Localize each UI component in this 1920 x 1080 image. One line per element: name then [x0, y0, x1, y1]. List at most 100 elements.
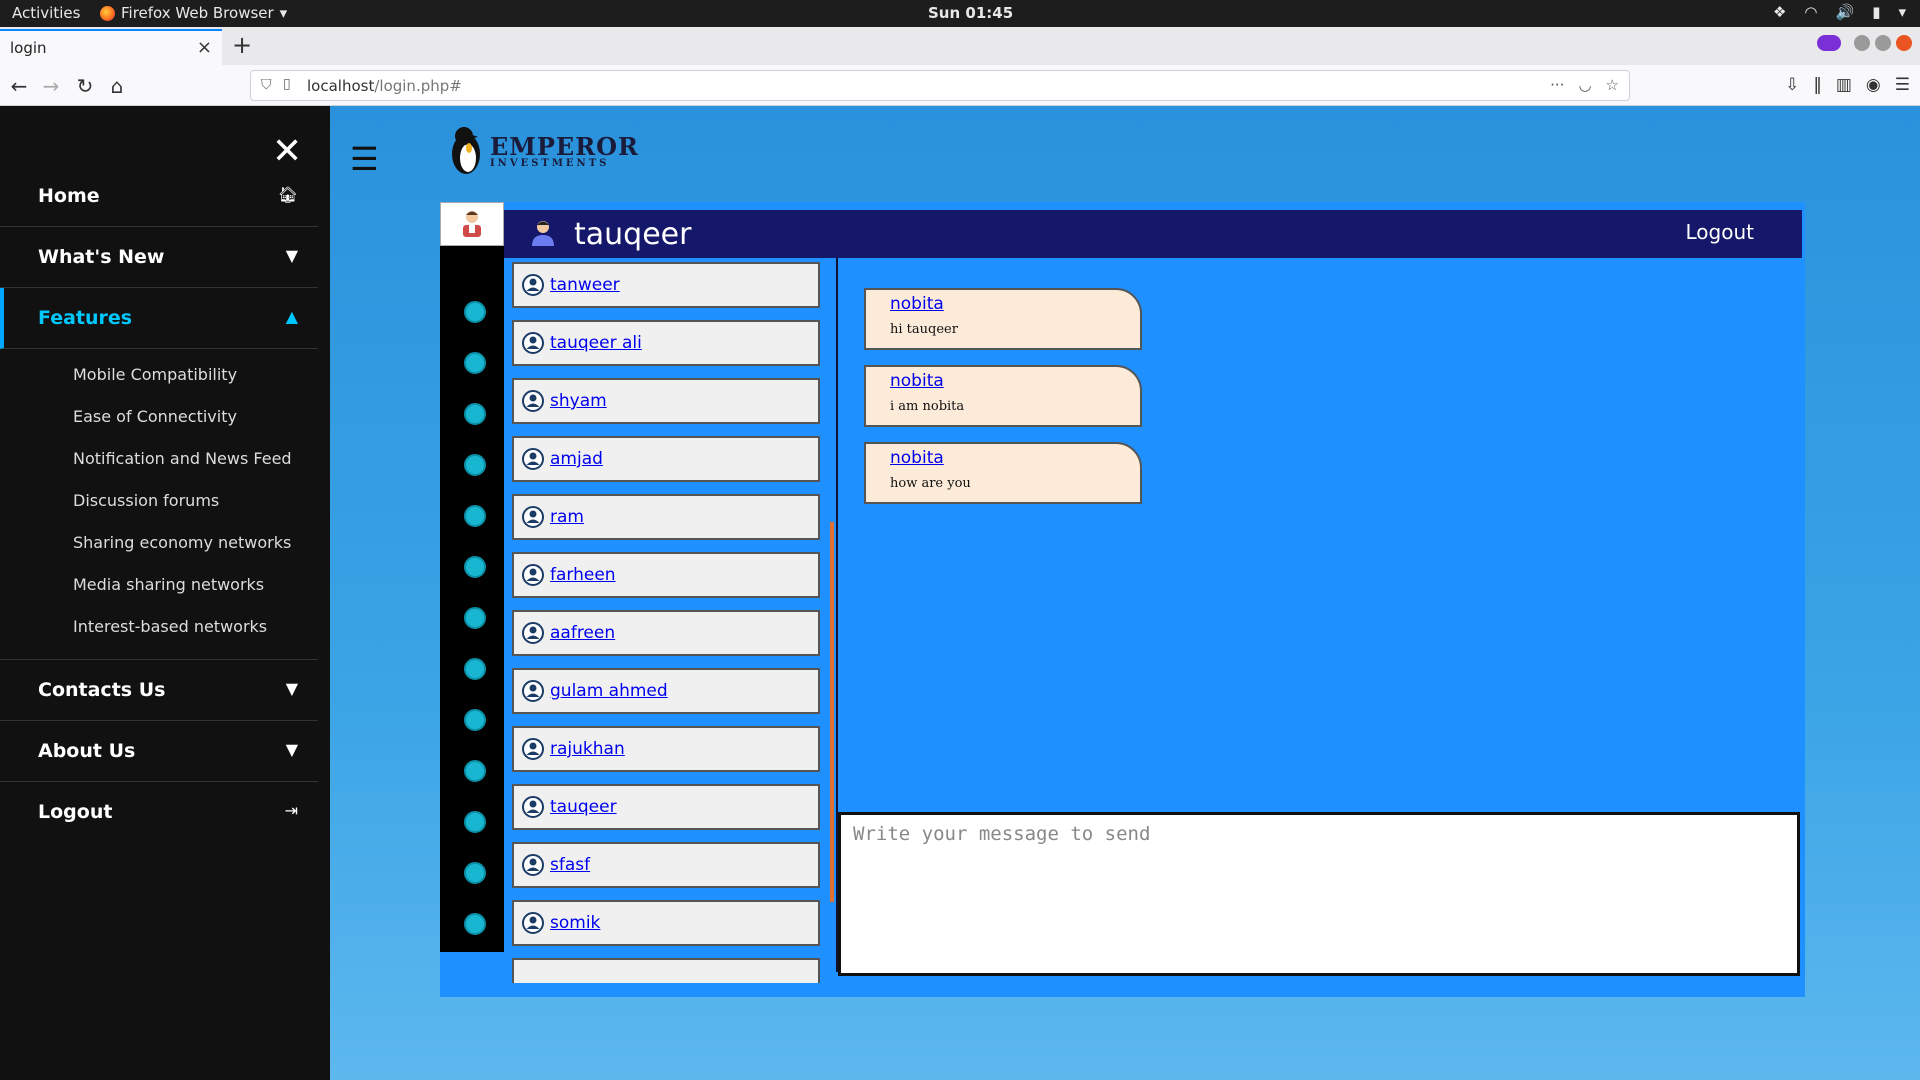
submenu-item[interactable]: Interest-based networks	[0, 609, 318, 651]
user-status-icon[interactable]	[464, 709, 486, 731]
contact-link[interactable]: sfasf	[550, 855, 590, 875]
url-bar[interactable]: ⛉ ▯ localhost/login.php# ··· ◡ ☆	[250, 70, 1630, 101]
library-icon[interactable]: ‖	[1813, 75, 1822, 95]
contact-item[interactable]: ram	[512, 494, 820, 540]
chevron-down-icon[interactable]: ▾	[1898, 3, 1906, 21]
menu-item-home[interactable]: Home 🏠︎	[0, 166, 318, 227]
user-status-icon[interactable]	[464, 862, 486, 884]
message-sender[interactable]: nobita	[890, 294, 944, 314]
battery-icon[interactable]: ▮	[1872, 3, 1880, 21]
system-tray[interactable]: ❖ ◠ 🔊 ▮ ▾	[1773, 3, 1906, 21]
caret-down-icon: ▼	[285, 246, 298, 265]
dropbox-icon[interactable]: ❖	[1773, 3, 1786, 21]
menu-item-about-us[interactable]: About Us ▼	[0, 721, 318, 782]
submenu-item[interactable]: Media sharing networks	[0, 567, 318, 609]
hamburger-menu-icon[interactable]: ☰	[350, 140, 379, 178]
forward-button[interactable]: →	[38, 73, 64, 99]
message-sender[interactable]: nobita	[890, 448, 944, 468]
contact-item[interactable]: tauqeer	[512, 784, 820, 830]
contact-link[interactable]: rajukhan	[550, 739, 625, 759]
contact-item[interactable]: aafreen	[512, 610, 820, 656]
minimize-button[interactable]	[1854, 35, 1870, 51]
submenu-item[interactable]: Sharing economy networks	[0, 525, 318, 567]
brand-logo[interactable]: EMPEROR INVESTMENTS	[448, 124, 639, 176]
submenu-item[interactable]: Ease of Connectivity	[0, 399, 318, 441]
user-status-icon[interactable]	[464, 505, 486, 527]
menu-item-whats-new[interactable]: What's New ▼	[0, 227, 318, 288]
contact-link[interactable]: tauqeer	[550, 797, 617, 817]
app-menu[interactable]: Firefox Web Browser ▾	[100, 4, 287, 22]
tab-title: login	[10, 39, 47, 57]
user-status-icon[interactable]	[464, 607, 486, 629]
message-composer	[838, 812, 1800, 976]
contact-item[interactable]: shyam	[512, 378, 820, 424]
user-icon	[532, 221, 554, 246]
downloads-icon[interactable]: ⇩	[1785, 75, 1799, 95]
contact-link[interactable]: amjad	[550, 449, 603, 469]
menu-item-contacts-us[interactable]: Contacts Us ▼	[0, 660, 318, 721]
contact-link[interactable]: farheen	[550, 565, 616, 585]
contact-link[interactable]: tanweer	[550, 275, 620, 295]
contact-item[interactable]: amjad	[512, 436, 820, 482]
close-window-button[interactable]	[1896, 35, 1912, 51]
user-avatar-icon	[463, 211, 481, 237]
avatar[interactable]	[440, 202, 504, 246]
user-circle-icon	[522, 448, 544, 470]
tab-login[interactable]: login ×	[0, 29, 222, 65]
contact-item[interactable]: rajukhan	[512, 726, 820, 772]
contact-link[interactable]: ram	[550, 507, 584, 527]
pocket-icon[interactable]: ◡	[1578, 76, 1591, 94]
user-status-icon[interactable]	[464, 352, 486, 374]
contact-item[interactable]: farheen	[512, 552, 820, 598]
menu-icon[interactable]: ☰	[1895, 75, 1910, 95]
user-status-icon[interactable]	[464, 454, 486, 476]
contact-item[interactable]: tanweer	[512, 262, 820, 308]
submenu-item[interactable]: Mobile Compatibility	[0, 357, 318, 399]
contact-item[interactable]: tauqeer ali	[512, 320, 820, 366]
volume-icon[interactable]: 🔊	[1836, 3, 1855, 21]
maximize-button[interactable]	[1875, 35, 1891, 51]
contact-item[interactable]: gulam ahmed	[512, 668, 820, 714]
user-status-icon[interactable]	[464, 760, 486, 782]
close-icon[interactable]: ×	[197, 37, 212, 58]
user-status-icon[interactable]	[464, 403, 486, 425]
message-input[interactable]	[841, 815, 1797, 973]
sidebar-toggle-icon[interactable]: ▥	[1836, 75, 1852, 95]
online-users-rail	[440, 202, 504, 952]
submenu-item[interactable]: Discussion forums	[0, 483, 318, 525]
home-button[interactable]: ⌂	[104, 73, 130, 99]
logout-button[interactable]: Logout	[1686, 220, 1754, 244]
back-button[interactable]: ←	[6, 73, 32, 99]
contact-item-partial[interactable]	[512, 958, 820, 983]
shield-icon[interactable]: ⛉	[261, 77, 272, 93]
contact-link[interactable]: somik	[550, 913, 600, 933]
user-status-icon[interactable]	[464, 913, 486, 935]
wifi-icon[interactable]: ◠	[1804, 3, 1817, 21]
user-status-icon[interactable]	[464, 301, 486, 323]
activities-button[interactable]: Activities	[12, 4, 80, 22]
close-icon[interactable]: ✕	[272, 134, 302, 170]
user-circle-icon	[522, 680, 544, 702]
menu-item-features[interactable]: Features ▲	[0, 288, 318, 349]
user-circle-icon	[522, 622, 544, 644]
contact-link[interactable]: aafreen	[550, 623, 615, 643]
contact-link[interactable]: shyam	[550, 391, 607, 411]
contact-item[interactable]: sfasf	[512, 842, 820, 888]
contact-link[interactable]: gulam ahmed	[550, 681, 668, 701]
user-status-icon[interactable]	[464, 556, 486, 578]
account-icon[interactable]: ◉	[1866, 75, 1881, 95]
user-status-icon[interactable]	[464, 811, 486, 833]
more-actions-icon[interactable]: ···	[1550, 76, 1564, 94]
contact-list-scrollbar[interactable]	[830, 522, 834, 902]
menu-item-logout[interactable]: Logout ⇥	[0, 782, 318, 843]
contact-item[interactable]: somik	[512, 900, 820, 946]
new-tab-button[interactable]: +	[232, 31, 252, 59]
reload-button[interactable]: ↻	[72, 73, 98, 99]
bookmark-star-icon[interactable]: ☆	[1606, 76, 1619, 94]
clock[interactable]: Sun 01:45	[928, 4, 1013, 22]
submenu-item[interactable]: Notification and News Feed	[0, 441, 318, 483]
message-sender[interactable]: nobita	[890, 371, 944, 391]
user-status-icon[interactable]	[464, 658, 486, 680]
window-controls	[1817, 35, 1912, 51]
contact-link[interactable]: tauqeer ali	[550, 333, 642, 353]
